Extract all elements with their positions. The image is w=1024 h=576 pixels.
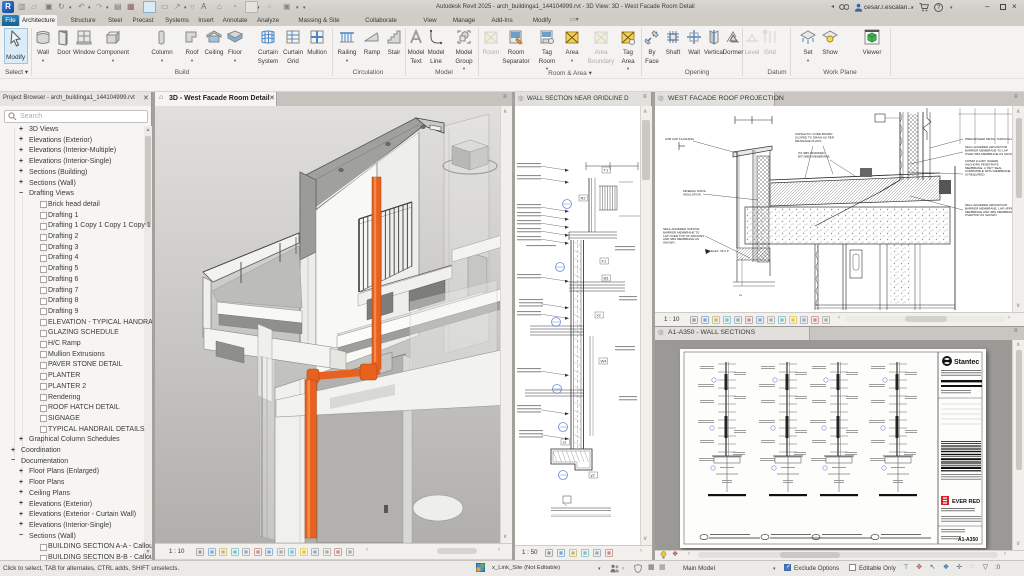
svg-text:Stantec: Stantec: [954, 359, 979, 366]
svg-text:A1-A350: A1-A350: [958, 537, 978, 543]
svg-text:y2: y2: [591, 473, 596, 478]
svg-text:ELEV. 36.2 P: ELEV. 36.2 P: [711, 249, 729, 253]
svg-text:INSULATION: INSULATION: [683, 192, 701, 196]
svg-text:IS REQUIRED: IS REQUIRED: [965, 173, 985, 177]
svg-text:R2: R2: [581, 196, 587, 201]
svg-text:B3: B3: [604, 276, 610, 281]
svg-text:x2: x2: [597, 313, 602, 318]
svg-text:OVER SBS MEMBRANE AS SHOWN: OVER SBS MEMBRANE AS SHOWN: [965, 152, 1016, 156]
svg-text:T1: T1: [604, 168, 609, 173]
svg-text:ACB CAP FLASHING: ACB CAP FLASHING: [665, 137, 695, 141]
svg-text:zz: zz: [563, 440, 567, 445]
svg-text:xx: xx: [739, 293, 743, 297]
svg-text:EVER RED: EVER RED: [952, 499, 980, 505]
svg-text:W4: W4: [601, 359, 608, 364]
svg-text:BITUMEN MEMBRANE: BITUMEN MEMBRANE: [798, 154, 830, 158]
svg-text:DRAINAGE PLANS: DRAINAGE PLANS: [795, 139, 821, 143]
svg-text:F1: F1: [602, 259, 607, 264]
svg-text:PREFINISHED METAL THROUGH-WA: PREFINISHED METAL THROUGH-WA: [965, 137, 1017, 141]
svg-text:OVERTOP AS SHOWN: OVERTOP AS SHOWN: [965, 213, 997, 217]
svg-text:SHOWN: SHOWN: [663, 241, 675, 245]
